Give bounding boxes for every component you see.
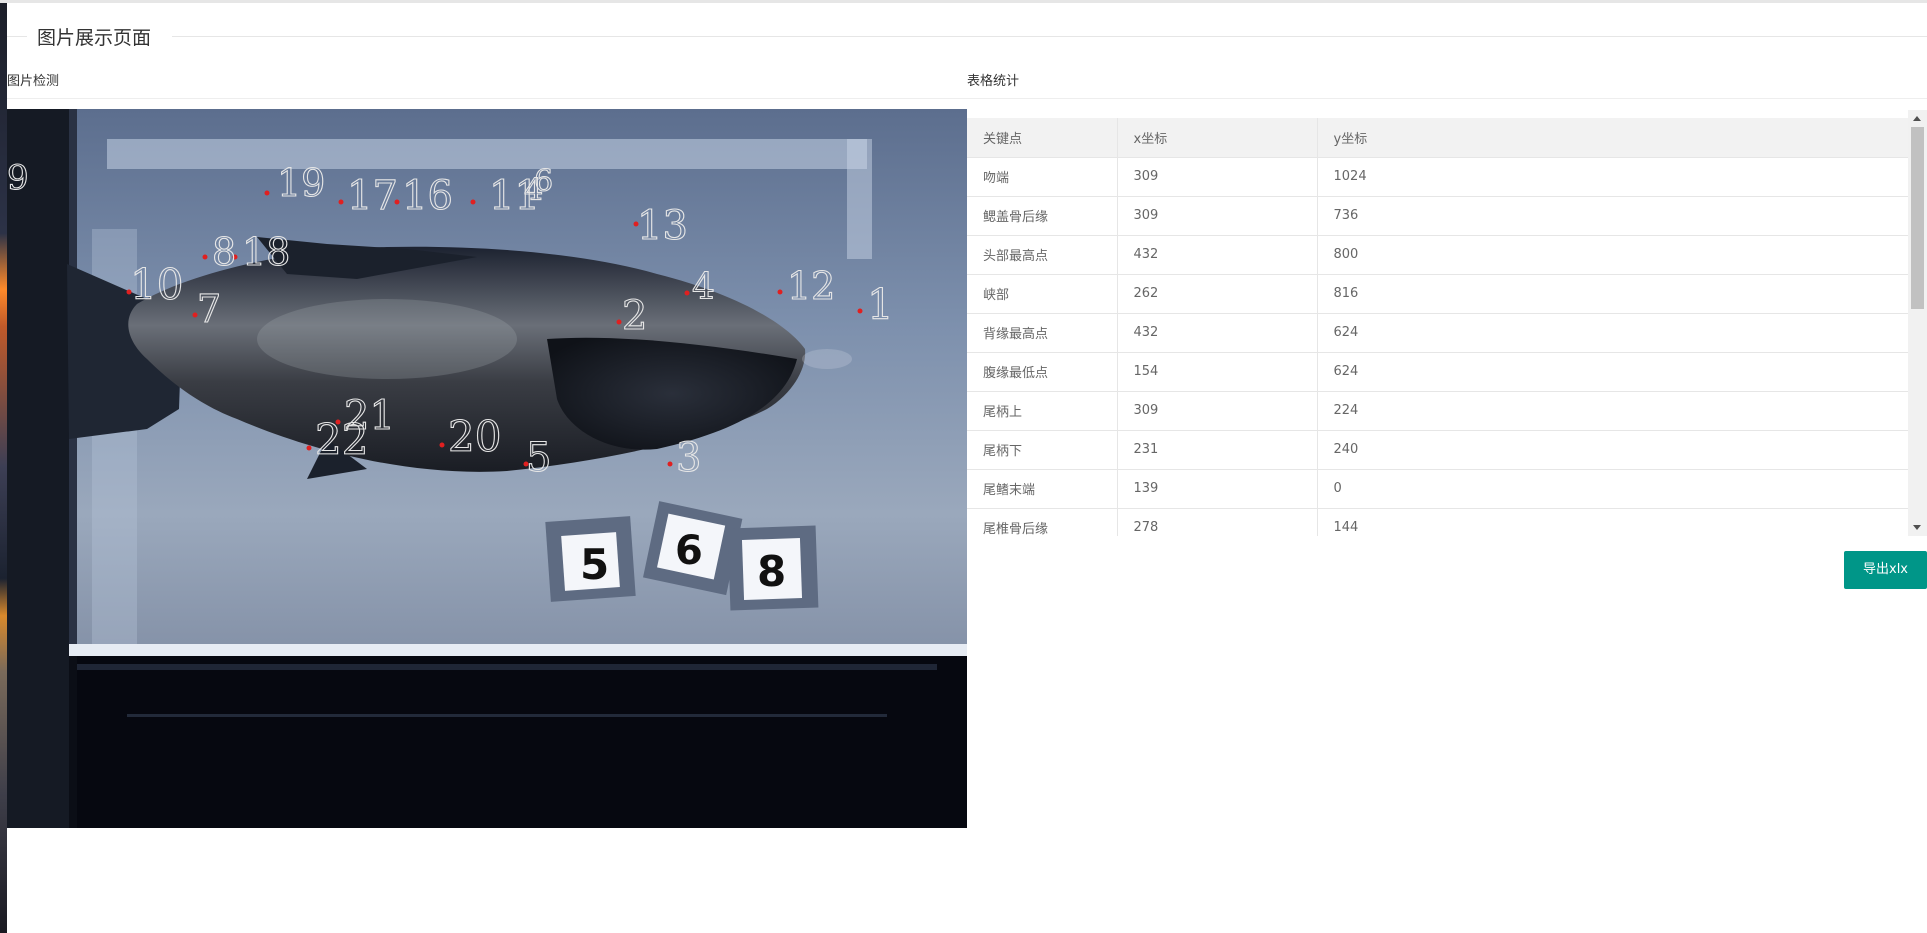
table-row: 尾椎骨后缘 278 144 [967,508,1909,536]
table-scrollbar[interactable] [1908,110,1927,536]
cell-keypoint: 尾椎骨后缘 [967,508,1118,536]
left-edge-strip [0,0,7,933]
keypoint-label: 19 [277,161,325,205]
cell-keypoint: 尾鳍末端 [967,469,1118,509]
cell-y: 736 [1317,196,1909,236]
keypoint-label: 4 [692,267,715,308]
cell-x: 139 [1117,469,1318,509]
cell-x: 231 [1117,430,1318,470]
cell-y: 624 [1317,352,1909,392]
cell-keypoint: 鳃盖骨后缘 [967,196,1118,236]
cell-y: 624 [1317,313,1909,353]
cell-y: 144 [1317,508,1909,536]
keypoint-marker [306,445,312,451]
keypoint-label: 9 [7,158,29,198]
column-header-x: x坐标 [1117,118,1318,158]
tag-number: 5 [580,540,609,589]
scroll-thumb[interactable] [1911,127,1924,309]
cell-x: 432 [1117,235,1318,275]
image-detect-label: 图片检测 [7,74,60,89]
keypoint-label: 17 [347,173,398,219]
cell-keypoint: 腹缘最低点 [967,352,1118,392]
header-divider-right [172,36,1927,37]
detect-divider [7,98,967,99]
cell-x: 278 [1117,508,1318,536]
stats-divider [967,98,1927,99]
table-row: 吻端 309 1024 [967,157,1909,197]
keypoint-label: 7 [197,287,221,331]
cell-keypoint: 尾柄下 [967,430,1118,470]
scroll-up-arrow-icon[interactable] [1908,110,1927,127]
keypoint-label: 10 [130,260,183,309]
keypoint-label: 16 [402,173,453,219]
table-row: 鳃盖骨后缘 309 736 [967,196,1909,236]
keypoint-label: 1 [867,280,894,329]
cell-x: 309 [1117,157,1318,197]
table-row: 尾柄上 309 224 [967,391,1909,431]
cell-y: 224 [1317,391,1909,431]
keypoint-marker [684,290,690,296]
keypoint-marker [667,461,673,467]
scroll-down-arrow-icon[interactable] [1908,519,1927,536]
cell-y: 1024 [1317,157,1909,197]
keypoint-label: 12 [787,264,835,308]
column-header-y: y坐标 [1317,118,1909,158]
cell-y: 240 [1317,430,1909,470]
keypoint-label: 20 [448,412,501,461]
keypoint-marker [439,442,445,448]
keypoint-label: 22 [315,415,368,464]
keypoint-marker [264,190,270,196]
cell-x: 262 [1117,274,1318,314]
keypoint-label: 18 [242,230,290,274]
cell-keypoint: 吻端 [967,157,1118,197]
cell-keypoint: 背缘最高点 [967,313,1118,353]
keypoint-label: 13 [637,203,688,249]
keypoint-label: 6 [534,164,553,199]
cell-y: 816 [1317,274,1909,314]
keypoint-label: 3 [676,435,701,481]
cell-keypoint: 尾柄上 [967,391,1118,431]
detection-image: 5 6 8 9 19 17 16 11 4 6 13 8 18 10 7 4 2 12 1 21 22 20 5 3 [7,109,967,828]
keypoint-marker [857,308,863,314]
column-header-keypoint: 关键点 [967,118,1118,158]
header-divider-left [7,36,27,37]
page-header: 图片展示页面 [7,20,1927,49]
export-xlsx-button[interactable]: 导出xlx [1844,551,1927,589]
table-row: 尾柄下 231 240 [967,430,1909,470]
keypoint-marker [470,199,476,205]
cell-x: 309 [1117,391,1318,431]
keypoint-marker [202,254,208,260]
table-stats-label: 表格统计 [967,74,1020,89]
page-title: 图片展示页面 [37,27,152,49]
cell-keypoint: 峡部 [967,274,1118,314]
cell-y: 800 [1317,235,1909,275]
keypoint-table-container: 关键点 x坐标 y坐标 吻端 309 1024 鳃盖骨后缘 309 736 头部最高点 432… [967,110,1927,536]
keypoint-label: 5 [526,435,551,481]
tag-number: 6 [675,528,703,574]
table-row: 尾鳍末端 139 0 [967,469,1909,509]
table-row: 峡部 262 816 [967,274,1909,314]
tag-number: 8 [757,547,786,596]
keypoint-marker [338,199,344,205]
keypoint-marker [777,289,783,295]
cell-y: 0 [1317,469,1909,509]
table-header-row: 关键点 x坐标 y坐标 [967,118,1909,158]
cell-x: 432 [1117,313,1318,353]
top-border [0,0,1927,3]
cell-x: 154 [1117,352,1318,392]
keypoint-table: 关键点 x坐标 y坐标 吻端 309 1024 鳃盖骨后缘 309 736 头部最高点 432… [967,118,1909,536]
table-row: 头部最高点 432 800 [967,235,1909,275]
table-row: 腹缘最低点 154 624 [967,352,1909,392]
keypoint-marker [616,319,622,325]
cell-keypoint: 头部最高点 [967,235,1118,275]
table-row: 背缘最高点 432 624 [967,313,1909,353]
keypoint-label: 2 [622,293,647,339]
keypoint-label: 8 [212,230,236,274]
fish-photo: 5 6 8 9 19 17 16 1146138 1810 7 4212 12122 20 5 3 [7,109,967,828]
cell-x: 309 [1117,196,1318,236]
